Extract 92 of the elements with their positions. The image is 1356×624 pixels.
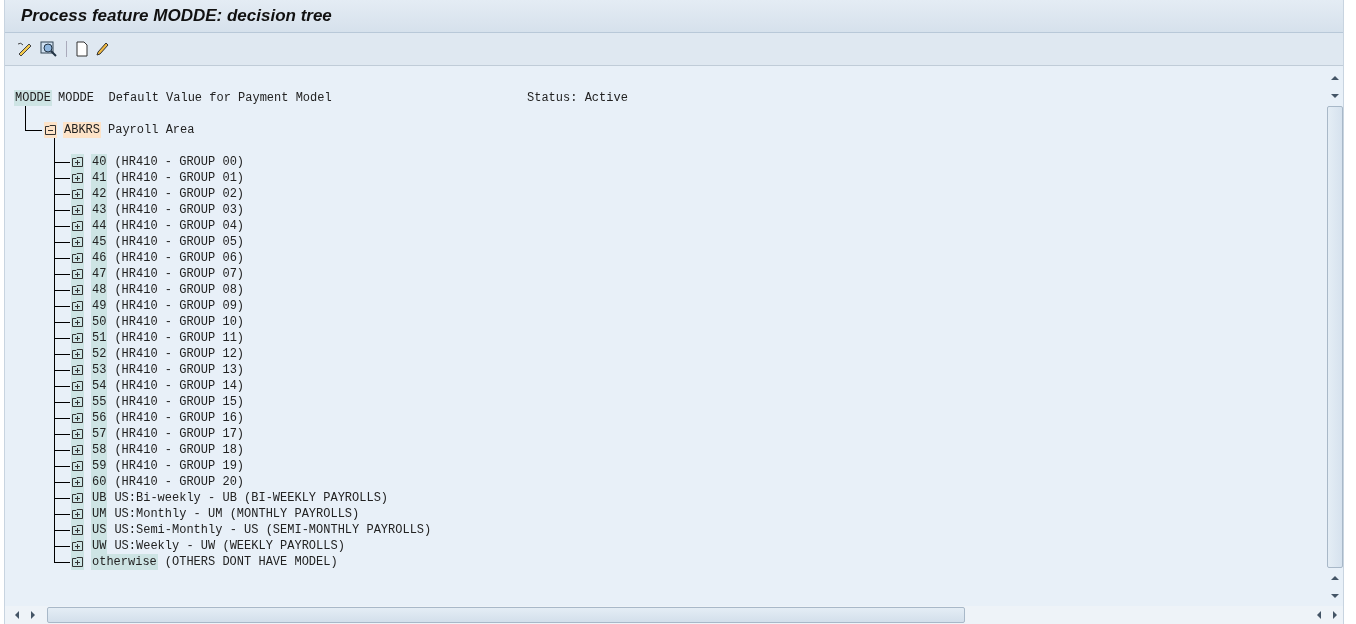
tree-node-text: (HR410 - GROUP 18) (114, 442, 245, 458)
expand-folder-icon[interactable] (71, 410, 84, 426)
tree-node-text: (HR410 - GROUP 13) (114, 362, 245, 378)
tree-node-text: (HR410 - GROUP 15) (114, 394, 245, 410)
expand-folder-icon[interactable] (71, 250, 84, 266)
expand-folder-icon[interactable] (71, 346, 84, 362)
expand-folder-icon[interactable] (71, 538, 84, 554)
magnifier-icon[interactable] (40, 41, 58, 57)
tree-node-key[interactable]: UM (91, 506, 108, 522)
tree-node-text: US:Weekly - UW (WEEKLY PAYROLLS) (114, 538, 345, 554)
tree-node-key[interactable]: 44 (91, 218, 108, 234)
tree-node-text: US:Bi-weekly - UB (BI-WEEKLY PAYROLLS) (114, 490, 389, 506)
tree-node-key[interactable]: 56 (91, 410, 108, 426)
expand-folder-icon[interactable] (71, 154, 84, 170)
scrollbar-thumb[interactable] (47, 607, 965, 623)
tree-node-key[interactable]: US (91, 522, 108, 538)
tree-node-text: (HR410 - GROUP 09) (114, 298, 245, 314)
tree-node-text: (HR410 - GROUP 10) (114, 314, 245, 330)
expand-folder-icon[interactable] (71, 186, 84, 202)
expand-folder-icon[interactable] (71, 234, 84, 250)
new-document-icon[interactable] (75, 41, 89, 57)
tree-node-key[interactable]: 49 (91, 298, 108, 314)
tree-node-key[interactable]: 53 (91, 362, 108, 378)
tree-node-text: (HR410 - GROUP 20) (114, 474, 245, 490)
tree-node-key[interactable]: UW (91, 538, 108, 554)
expand-folder-icon[interactable] (71, 474, 84, 490)
tree-node-key[interactable]: 45 (91, 234, 108, 250)
tree-node-key[interactable]: 57 (91, 426, 108, 442)
expand-folder-icon[interactable] (71, 442, 84, 458)
tree-node-key[interactable]: 54 (91, 378, 108, 394)
scrollbar-thumb[interactable] (1327, 106, 1343, 568)
expand-folder-icon[interactable] (71, 362, 84, 378)
tree-node-key[interactable]: 46 (91, 250, 108, 266)
tree-node-text: (HR410 - GROUP 19) (114, 458, 245, 474)
expand-folder-icon[interactable] (71, 426, 84, 442)
tree-node-text: (HR410 - GROUP 08) (114, 282, 245, 298)
tree-node-key[interactable]: otherwise (91, 554, 158, 570)
pencil-icon[interactable] (16, 41, 34, 57)
tree-node-text: (HR410 - GROUP 11) (114, 330, 245, 346)
tree-line (25, 106, 42, 131)
expand-folder-icon[interactable] (71, 506, 84, 522)
tree-node-key[interactable]: 60 (91, 474, 108, 490)
expand-folder-icon[interactable] (71, 314, 84, 330)
tree-node-key[interactable]: 50 (91, 314, 108, 330)
tree-node-key[interactable]: MODDE (14, 90, 52, 106)
pencil-icon[interactable] (95, 41, 109, 57)
tree-node-text: US:Monthly - UM (MONTHLY PAYROLLS) (114, 506, 360, 522)
expand-folder-icon[interactable] (71, 394, 84, 410)
expand-folder-icon[interactable] (71, 218, 84, 234)
tree-node-key[interactable]: 55 (91, 394, 108, 410)
tree-root-text: MODDE Default Value for Payment Model (58, 90, 333, 106)
tree-node-key[interactable]: 41 (91, 170, 108, 186)
tree-node-text: (HR410 - GROUP 16) (114, 410, 245, 426)
tree-node-key[interactable]: 51 (91, 330, 108, 346)
expand-folder-icon[interactable] (71, 170, 84, 186)
collapse-folder-icon[interactable] (44, 122, 57, 138)
tree-node-key[interactable]: 48 (91, 282, 108, 298)
tree-node-text: (HR410 - GROUP 00) (114, 154, 245, 170)
expand-folder-icon[interactable] (71, 522, 84, 538)
tree-node-text: (HR410 - GROUP 04) (114, 218, 245, 234)
tree-node-key[interactable]: 47 (91, 266, 108, 282)
tree-node-text: (HR410 - GROUP 02) (114, 186, 245, 202)
expand-folder-icon[interactable] (71, 330, 84, 346)
tree-node-key[interactable]: 40 (91, 154, 108, 170)
window-title: Process feature MODDE: decision tree (21, 6, 332, 26)
tree-node-key[interactable]: 58 (91, 442, 108, 458)
expand-folder-icon[interactable] (71, 266, 84, 282)
tree-node-key[interactable]: 43 (91, 202, 108, 218)
tree-node-text: (HR410 - GROUP 01) (114, 170, 245, 186)
tree-node-text: US:Semi-Monthly - US (SEMI-MONTHLY PAYROLLS) (114, 522, 432, 538)
tree-node-key[interactable]: UB (91, 490, 108, 506)
tree-node-text: (OTHERS DONT HAVE MODEL) (164, 554, 338, 570)
expand-folder-icon[interactable] (71, 298, 84, 314)
tree-node-text: (HR410 - GROUP 17) (114, 426, 245, 442)
tree-node-text: (HR410 - GROUP 05) (114, 234, 245, 250)
tree-node-text: (HR410 - GROUP 12) (114, 346, 245, 362)
tree-node-key[interactable]: ABKRS (63, 122, 101, 138)
expand-folder-icon[interactable] (71, 554, 84, 570)
expand-folder-icon[interactable] (71, 378, 84, 394)
tree-node-text: (HR410 - GROUP 14) (114, 378, 245, 394)
tree-node-text: (HR410 - GROUP 03) (114, 202, 245, 218)
expand-folder-icon[interactable] (71, 202, 84, 218)
tree-node-text: Payroll Area (108, 122, 195, 138)
tree-node-key[interactable]: 52 (91, 346, 108, 362)
tree-node-text: (HR410 - GROUP 06) (114, 250, 245, 266)
tree-node-key[interactable]: 42 (91, 186, 108, 202)
expand-folder-icon[interactable] (71, 458, 84, 474)
tree-node-text: (HR410 - GROUP 07) (114, 266, 245, 282)
status-text: Status: Active (527, 90, 628, 106)
expand-folder-icon[interactable] (71, 490, 84, 506)
tree-node-key[interactable]: 59 (91, 458, 108, 474)
expand-folder-icon[interactable] (71, 282, 84, 298)
